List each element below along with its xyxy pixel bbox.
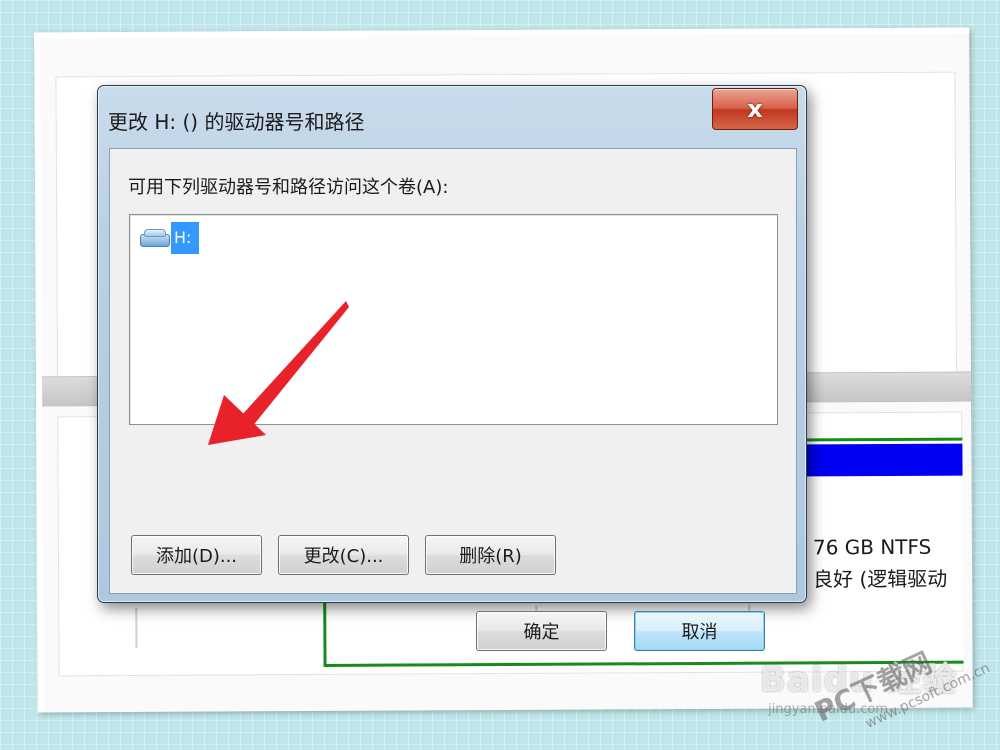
divider: [135, 607, 138, 648]
add-button[interactable]: 添加(D)...: [131, 535, 262, 575]
dialog-title: 更改 H: () 的驱动器号和路径: [108, 110, 365, 134]
list-item[interactable]: H:: [139, 222, 200, 254]
volume-size: 76 GB NTFS: [812, 534, 932, 560]
dialog-client-area: 可用下列驱动器号和路径访问这个卷(A): H: 添加(D)... 更改(C)..…: [109, 148, 797, 651]
drive-icon: [139, 227, 171, 249]
drive-path-listbox[interactable]: H:: [129, 214, 778, 425]
close-button[interactable]: x: [712, 88, 798, 130]
change-button[interactable]: 更改(C)...: [278, 535, 409, 575]
instruction-label: 可用下列驱动器号和路径访问这个卷(A):: [128, 177, 449, 198]
change-drive-letter-dialog: 更改 H: () 的驱动器号和路径 x 可用下列驱动器号和路径访问这个卷(A):…: [97, 85, 807, 651]
close-icon: x: [747, 95, 763, 123]
volume-status: 良好 (逻辑驱动: [813, 566, 948, 592]
volume-info: 76 GB NTFS 良好 (逻辑驱动: [813, 531, 948, 596]
remove-button[interactable]: 删除(R): [425, 535, 556, 575]
dialog-titlebar[interactable]: 更改 H: () 的驱动器号和路径 x: [98, 86, 806, 144]
cancel-button[interactable]: 取消: [634, 611, 765, 651]
ok-button[interactable]: 确定: [476, 611, 607, 651]
list-item-label: H:: [171, 222, 200, 254]
